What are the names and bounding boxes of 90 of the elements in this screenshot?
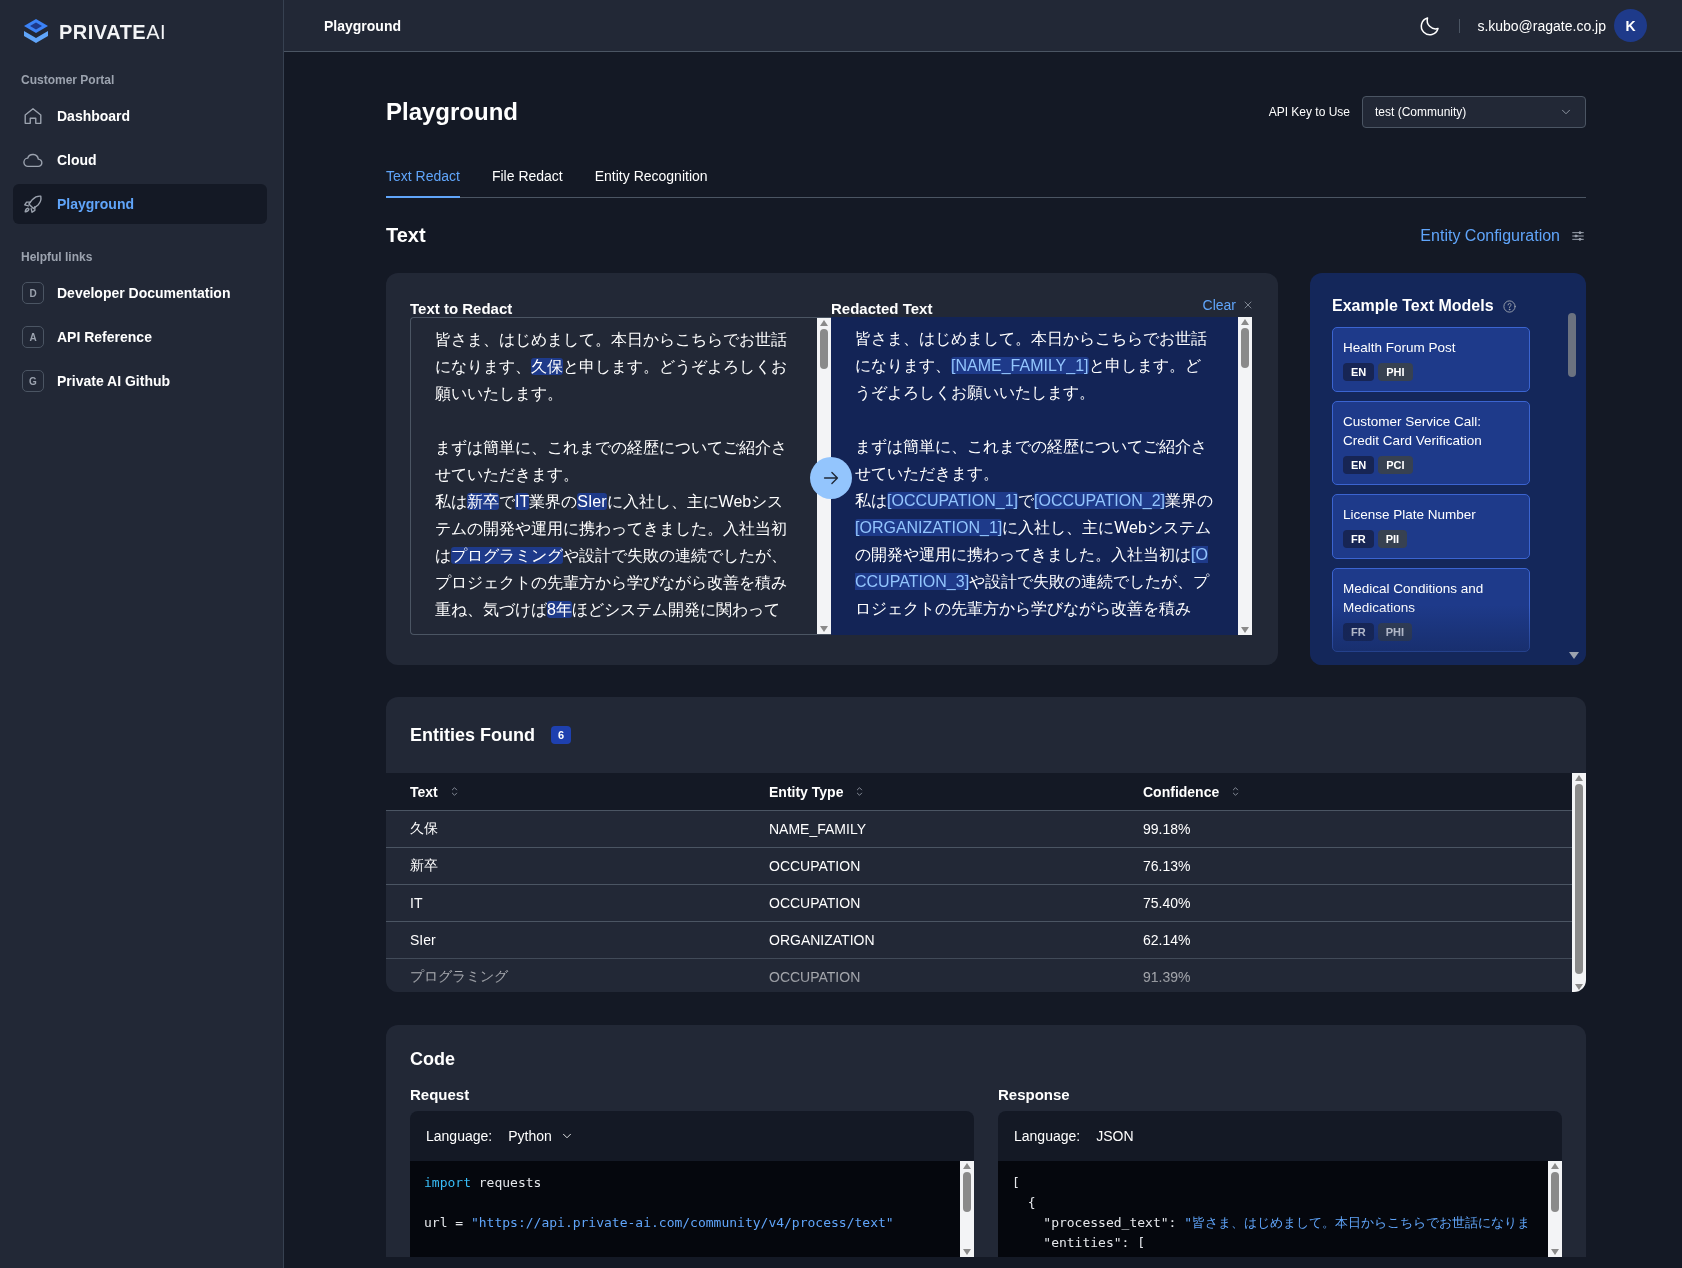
letter-badge: A: [22, 326, 44, 348]
field-label: Language:: [426, 1128, 493, 1144]
letter-badge: D: [22, 282, 44, 304]
nav-item[interactable]: D Developer Documentation: [13, 273, 267, 313]
example-card[interactable]: Customer Service Call: Credit Card Verification EN PCI: [1332, 401, 1530, 485]
text-paragraph: まずは簡単に、これまでの経歴についてご紹介させていただきます。 私は[OCCUPATION_1]で[OCCUPATION_2]業界の [ORGANIZATION_1]に入社し、主にWebシステムの開発や運用に携わってきました。入社当初は[OCCUPATION_3]や設計で失敗の連続でしたが、プロジェクトの先輩方から学びながら改善を積み: [855, 437, 1213, 619]
example-card[interactable]: Health Forum Post EN PHI: [1332, 327, 1530, 392]
text-paragraph: 皆さま、はじめまして。本日からこちらでお世話になります、久保 と申します。どうぞよろしくお願いいたします。: [435, 330, 788, 404]
panel-label: Redacted Text: [831, 300, 933, 317]
section-title: Text: [386, 224, 427, 247]
language-name: JSON: [1096, 1128, 1134, 1144]
tag: PHI: [1378, 363, 1413, 381]
code-line: url = "https://api.private-ai.com/community/v4/process/text": [424, 1214, 895, 1232]
entity-config-link[interactable]: Entity Configuration: [1420, 226, 1586, 245]
card-title: Code: [410, 1049, 456, 1070]
field-label: API Key to Use: [1268, 105, 1350, 119]
text-paragraph: 皆さま、はじめまして。本日からこちらでお世話になります、[NAME_FAMILY_1]と申します。どうぞよろしくお願いいたします。: [855, 329, 1208, 403]
table-cell-text: SIer: [410, 932, 437, 948]
user-email: s.kubo@ragate.co.jp: [1477, 17, 1606, 34]
tag: PII: [1377, 530, 1408, 548]
column-header[interactable]: Confidence: [1143, 783, 1572, 800]
panel-title: Example Text Models: [1332, 297, 1494, 315]
example-title: Customer Service Call: Credit Card Verification: [1343, 413, 1483, 450]
tag: PCI: [1378, 456, 1413, 474]
table-cell-text: IT: [410, 895, 424, 911]
tag: FR: [1343, 530, 1374, 548]
example-title: Medical Conditions and Medications: [1343, 580, 1485, 617]
tag: EN: [1343, 363, 1375, 381]
tag: FR: [1343, 623, 1374, 641]
table-cell-text: ORGANIZATION: [769, 932, 876, 948]
scroll-down-icon[interactable]: [1569, 652, 1579, 659]
scrollbar[interactable]: [1238, 317, 1252, 635]
close-icon: [1242, 299, 1254, 311]
table-cell-text: OCCUPATION: [769, 858, 862, 874]
nav-item[interactable]: A API Reference: [13, 317, 267, 357]
nav-item[interactable]: G Private AI Github: [13, 361, 267, 401]
page-title: Playground: [386, 98, 519, 126]
card-title: Entities Found: [410, 724, 535, 746]
field-label: Language:: [1014, 1128, 1081, 1144]
example-card[interactable]: License Plate Number FR PII: [1332, 494, 1530, 559]
rocket-icon: [22, 193, 44, 215]
table-cell-text: 76.13%: [1143, 858, 1192, 874]
tag: EN: [1343, 456, 1375, 474]
nav-item[interactable]: Dashboard: [13, 96, 267, 136]
table-cell-text: 62.14%: [1143, 932, 1192, 948]
letter-badge: G: [22, 370, 44, 392]
panel-title: Response: [998, 1086, 1071, 1103]
logo-text: PRIVATEAI: [59, 20, 167, 44]
table-cell-text: 新卒: [410, 857, 439, 875]
tab[interactable]: Text Redact: [386, 160, 460, 198]
scrollbar[interactable]: [960, 1161, 974, 1257]
tag: PHI: [1377, 623, 1412, 641]
code-line: {: [1026, 1194, 1037, 1212]
code-line: [: [1012, 1174, 1021, 1192]
text-paragraph: まずは簡単に、これまでの経歴についてご紹介させていただきます。 私は新卒でIT業界のSIerに入社し、主にWebシステムの開発や運用に携わってきました。入社当初はプログラミングや設計で失敗の連続でしたが、プロジェクトの先輩方から学びながら改善を積み重ね、気づけば8年ほどシステム開発に関わって: [435, 438, 788, 620]
column-header[interactable]: Text: [410, 783, 769, 800]
table-cell-text: OCCUPATION: [769, 895, 862, 911]
section-heading: Customer Portal: [20, 73, 116, 87]
code-line: "entities": [: [1042, 1234, 1147, 1252]
panel-title: Request: [410, 1086, 471, 1103]
nav-item[interactable]: Playground: [13, 184, 267, 224]
breadcrumb: Playground: [324, 17, 402, 34]
scrollbar[interactable]: [1548, 1161, 1562, 1257]
home-icon: [22, 105, 44, 127]
scrollbar-thumb[interactable]: [1568, 313, 1576, 377]
clear-link[interactable]: Clear: [1202, 297, 1254, 317]
example-card[interactable]: Medical Conditions and Medications FR PHI: [1332, 568, 1530, 652]
scrollbar[interactable]: [1572, 773, 1586, 992]
section-heading: Helpful links: [20, 250, 94, 264]
count-badge: 6: [551, 726, 572, 744]
language-select[interactable]: Python: [508, 1128, 574, 1144]
table-cell-text: 91.39%: [1143, 969, 1192, 985]
column-header[interactable]: Entity Type: [769, 783, 1143, 800]
table-cell-text: 久保: [410, 820, 439, 838]
avatar[interactable]: K: [1614, 9, 1647, 42]
table-cell-text: OCCUPATION: [769, 969, 862, 985]
code-line: import requests: [424, 1174, 543, 1192]
code-line: "processed_text": "皆さま、はじめまして。本日からこちらでお世話になりま: [1042, 1214, 1531, 1232]
table-cell-text: NAME_FAMILY: [769, 821, 867, 837]
table-cell-text: 75.40%: [1143, 895, 1192, 911]
panel-label: Text to Redact: [410, 300, 514, 317]
help-icon: [1501, 298, 1517, 314]
example-title: Health Forum Post: [1343, 339, 1457, 357]
tab[interactable]: Entity Recognition: [594, 160, 708, 198]
table-cell-text: 99.18%: [1143, 821, 1192, 837]
api-key-select[interactable]: test (Community): [1362, 96, 1586, 128]
table-cell-text: プログラミング: [410, 968, 509, 986]
nav-item[interactable]: Cloud: [13, 140, 267, 180]
example-title: License Plate Number: [1343, 506, 1477, 524]
tab[interactable]: File Redact: [491, 160, 563, 198]
